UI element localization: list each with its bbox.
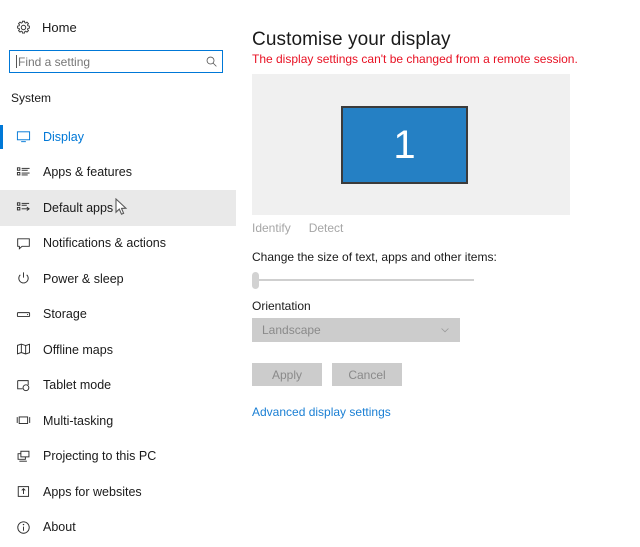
- selection-accent-bar: [0, 232, 3, 256]
- multitask-icon: [10, 413, 36, 428]
- sidebar-item-label: Notifications & actions: [43, 236, 166, 251]
- sidebar-item-offline-maps[interactable]: Offline maps: [0, 332, 236, 368]
- sidebar-nav-list: Display Apps & features Default apps Not…: [0, 119, 236, 545]
- sidebar-item-label: Apps & features: [43, 165, 132, 180]
- advanced-display-settings-link[interactable]: Advanced display settings: [252, 405, 391, 419]
- drive-icon: [10, 307, 36, 322]
- tablet-touch-icon: [10, 378, 36, 393]
- selection-accent-bar: [0, 516, 3, 540]
- sidebar-item-label: Display: [43, 129, 84, 144]
- sidebar-item-label: Multi-tasking: [43, 413, 114, 428]
- sidebar-item-about[interactable]: About: [0, 510, 236, 546]
- slider-track[interactable]: [256, 279, 474, 281]
- sidebar-item-multi-tasking[interactable]: Multi-tasking: [0, 403, 236, 439]
- sidebar-item-projecting-to-this-pc[interactable]: Projecting to this PC: [0, 439, 236, 475]
- selection-accent-bar: [0, 409, 3, 433]
- chevron-down-icon: [439, 324, 451, 336]
- monitor-tile-1[interactable]: 1: [341, 106, 468, 184]
- selection-accent-bar: [0, 480, 3, 504]
- sidebar-item-label: Projecting to this PC: [43, 449, 157, 464]
- search-input[interactable]: [17, 51, 200, 72]
- main-content: Customise your display The display setti…: [236, 0, 640, 547]
- selection-accent-bar: [0, 267, 3, 291]
- identify-button[interactable]: Identify: [250, 221, 293, 235]
- selection-accent-bar: [0, 338, 3, 362]
- list-arrow-icon: [10, 200, 36, 215]
- sidebar-item-apps-for-websites[interactable]: Apps for websites: [0, 474, 236, 510]
- detect-button[interactable]: Detect: [307, 221, 346, 235]
- orientation-selected-value: Landscape: [262, 323, 321, 337]
- scale-slider[interactable]: [252, 270, 478, 290]
- monitor-icon: [10, 129, 36, 144]
- search-box[interactable]: [9, 50, 223, 73]
- selection-accent-bar: [0, 303, 3, 327]
- orientation-label: Orientation: [252, 299, 311, 313]
- power-icon: [10, 271, 36, 286]
- selection-accent-bar: [0, 196, 3, 220]
- sidebar-item-display[interactable]: Display: [0, 119, 236, 155]
- sidebar-item-apps-features[interactable]: Apps & features: [0, 155, 236, 191]
- list-icon: [10, 165, 36, 180]
- sidebar-item-label: Offline maps: [43, 342, 113, 357]
- sidebar-item-home[interactable]: Home: [0, 14, 236, 40]
- sidebar-home-label: Home: [42, 19, 77, 35]
- map-icon: [10, 342, 36, 357]
- monitor-number-label: 1: [393, 123, 416, 167]
- selection-accent-bar: [0, 374, 3, 398]
- sidebar-item-label: Tablet mode: [43, 378, 112, 393]
- sidebar-item-label: Default apps: [43, 200, 114, 215]
- display-preview-panel[interactable]: 1: [252, 74, 570, 215]
- selection-accent-bar: [0, 161, 3, 185]
- sidebar-section-header: System: [11, 91, 52, 105]
- sidebar-item-label: Power & sleep: [43, 271, 124, 286]
- cancel-button[interactable]: Cancel: [332, 363, 402, 386]
- info-icon: [10, 520, 36, 535]
- orientation-dropdown[interactable]: Landscape: [252, 318, 460, 342]
- sidebar-item-notifications-actions[interactable]: Notifications & actions: [0, 226, 236, 262]
- search-icon[interactable]: [200, 55, 222, 68]
- preview-buttons-group: Identify Detect: [250, 221, 345, 235]
- apply-button[interactable]: Apply: [252, 363, 322, 386]
- app-link-icon: [10, 484, 36, 499]
- sidebar-item-default-apps[interactable]: Default apps: [0, 190, 236, 226]
- gear-icon: [8, 20, 38, 35]
- sidebar-item-label: About: [43, 520, 76, 535]
- speech-bubble-icon: [10, 236, 36, 251]
- selection-accent-bar: [0, 445, 3, 469]
- scale-slider-label: Change the size of text, apps and other …: [252, 250, 497, 264]
- settings-sidebar: Home System Display: [0, 0, 236, 547]
- sidebar-item-label: Storage: [43, 307, 87, 322]
- page-title: Customise your display: [252, 28, 451, 50]
- sidebar-item-tablet-mode[interactable]: Tablet mode: [0, 368, 236, 404]
- action-buttons-group: Apply Cancel: [252, 363, 402, 386]
- sidebar-item-label: Apps for websites: [43, 484, 142, 499]
- slider-thumb[interactable]: [252, 272, 259, 289]
- selection-accent-bar: [0, 125, 3, 149]
- sidebar-item-power-sleep[interactable]: Power & sleep: [0, 261, 236, 297]
- projector-icon: [10, 449, 36, 464]
- sidebar-item-storage[interactable]: Storage: [0, 297, 236, 333]
- remote-session-warning: The display settings can't be changed fr…: [252, 52, 578, 66]
